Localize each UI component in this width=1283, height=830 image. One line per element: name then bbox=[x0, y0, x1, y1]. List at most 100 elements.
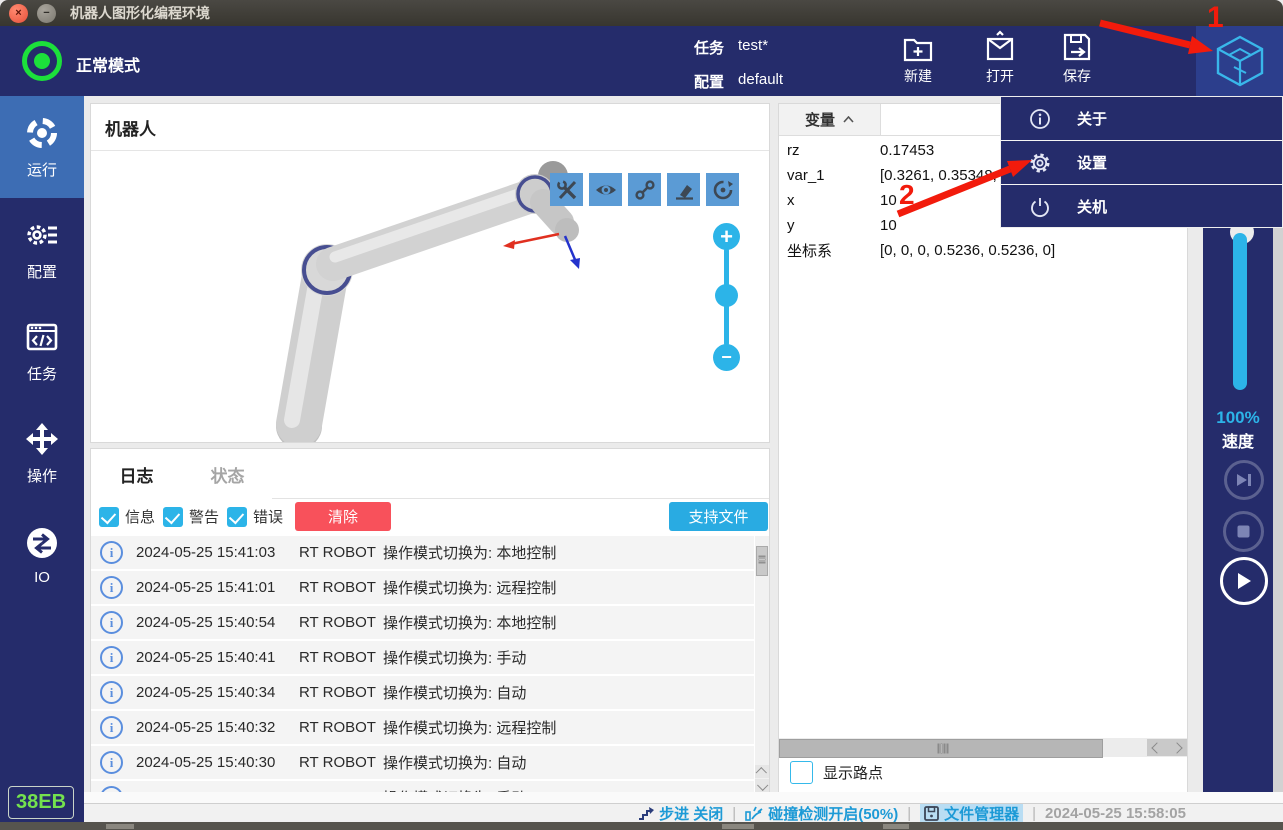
bottom-window-edge bbox=[0, 822, 1283, 830]
window-titlebar: 机器人图形化编程环境 bbox=[0, 0, 1283, 26]
view-rotate-button[interactable] bbox=[706, 173, 739, 206]
log-source: RT ROBOT bbox=[299, 614, 383, 631]
menu-item-label: 关于 bbox=[1077, 108, 1107, 129]
error-checkbox[interactable] bbox=[227, 507, 247, 527]
hscroll-left-button[interactable] bbox=[1147, 739, 1167, 756]
variable-row[interactable]: 坐标系 [0, 0, 0, 0.5236, 0.5236, 0] bbox=[779, 238, 1187, 263]
menu-item-shutdown[interactable]: 关机 bbox=[1001, 185, 1282, 228]
collision-icon bbox=[745, 805, 763, 821]
sidebar-item-label: 配置 bbox=[27, 261, 57, 282]
log-source: RT ROBOT bbox=[299, 649, 383, 666]
robot-programming-app: 机器人图形化编程环境 正常模式 任务 test* 配置 default 新建 打… bbox=[0, 0, 1283, 830]
window-close-button[interactable] bbox=[9, 4, 28, 23]
log-timestamp: 2024-05-25 15:40:54 bbox=[136, 614, 299, 631]
variables-hscrollbar-thumb[interactable] bbox=[779, 739, 1103, 758]
sidebar-item-run[interactable]: 运行 bbox=[0, 96, 84, 198]
log-timestamp: 2024-05-25 15:41:01 bbox=[136, 579, 299, 596]
file-manager-button[interactable]: 文件管理器 bbox=[920, 804, 1023, 822]
step-mode-status[interactable]: 步进 关闭 bbox=[637, 803, 723, 824]
config-row: 配置 default bbox=[694, 71, 783, 92]
log-row[interactable]: 2024-05-25 15:40:41 RT ROBOT 操作模式切换为: 手动 bbox=[91, 641, 754, 674]
log-timestamp: 2024-05-25 15:41:03 bbox=[136, 544, 299, 561]
power-icon bbox=[1029, 196, 1051, 218]
menu-item-settings[interactable]: 设置 bbox=[1001, 141, 1282, 185]
open-task-label: 打开 bbox=[986, 66, 1014, 86]
tab-status[interactable]: 状态 bbox=[182, 449, 274, 500]
view-eraser-button[interactable] bbox=[667, 173, 700, 206]
app-dropdown-menu: 关于 设置 关机 bbox=[1000, 96, 1283, 228]
view-path-button[interactable] bbox=[628, 173, 661, 206]
log-list[interactable]: 2024-05-25 15:41:03 RT ROBOT 操作模式切换为: 本地… bbox=[91, 536, 754, 793]
variables-header-label: 变量 bbox=[805, 109, 835, 130]
mode-label: 正常模式 bbox=[76, 52, 140, 76]
file-manager-label: 文件管理器 bbox=[944, 803, 1019, 824]
variable-value: [0, 0, 0, 0.5236, 0.5236, 0] bbox=[880, 242, 1055, 259]
menu-item-label: 设置 bbox=[1077, 152, 1107, 173]
filter-error[interactable]: 错误 bbox=[227, 506, 283, 527]
open-file-icon bbox=[983, 30, 1017, 64]
log-message: 操作模式切换为: 自动 bbox=[383, 752, 754, 773]
config-value: default bbox=[738, 71, 783, 92]
warning-checkbox[interactable] bbox=[163, 507, 183, 527]
zoom-in-button[interactable] bbox=[713, 223, 740, 250]
stop-icon bbox=[1237, 525, 1250, 538]
filter-warning[interactable]: 警告 bbox=[163, 506, 219, 527]
log-message: 操作模式切换为: 本地控制 bbox=[383, 542, 754, 563]
save-task-button[interactable]: 保存 bbox=[1049, 30, 1105, 92]
filter-info[interactable]: 信息 bbox=[99, 506, 155, 527]
bottom-edge-block bbox=[883, 824, 909, 829]
hscroll-right-button[interactable] bbox=[1167, 739, 1187, 756]
step-forward-button[interactable] bbox=[1224, 460, 1264, 500]
tools-icon bbox=[556, 179, 578, 201]
log-row[interactable]: 2024-05-25 15:41:03 RT ROBOT 操作模式切换为: 本地… bbox=[91, 536, 754, 569]
log-row[interactable]: 2024-05-25 15:40:54 RT ROBOT 操作模式切换为: 本地… bbox=[91, 606, 754, 639]
open-task-button[interactable]: 打开 bbox=[972, 30, 1028, 92]
io-swap-icon bbox=[24, 525, 60, 561]
sidebar-item-io[interactable]: IO bbox=[0, 504, 84, 606]
view-tools-button[interactable] bbox=[550, 173, 583, 206]
app-logo-icon bbox=[1214, 34, 1266, 88]
sidebar-item-config[interactable]: 配置 bbox=[0, 198, 84, 300]
log-scroll-down-button[interactable] bbox=[755, 779, 769, 792]
config-gear-icon bbox=[24, 217, 60, 253]
collision-status[interactable]: 碰撞检测开启(50%) bbox=[745, 803, 898, 824]
config-label: 配置 bbox=[694, 71, 724, 92]
show-waypoints-row[interactable]: 显示路点 bbox=[790, 761, 883, 784]
support-file-button[interactable]: 支持文件 bbox=[669, 502, 768, 531]
clear-log-button[interactable]: 清除 bbox=[295, 502, 391, 531]
variables-header-cell[interactable]: 变量 bbox=[779, 104, 881, 135]
sidebar-item-task[interactable]: 任务 bbox=[0, 300, 84, 402]
info-icon bbox=[1029, 108, 1051, 130]
info-checkbox[interactable] bbox=[99, 507, 119, 527]
gear-icon bbox=[1029, 152, 1051, 174]
file-manager-icon bbox=[924, 806, 939, 821]
task-row: 任务 test* bbox=[694, 37, 768, 58]
tab-log[interactable]: 日志 bbox=[91, 449, 183, 500]
skip-icon bbox=[1236, 473, 1252, 487]
bottom-edge-block bbox=[106, 824, 134, 829]
log-row[interactable]: 2024-05-25 15:40:32 RT ROBOT 操作模式切换为: 远程… bbox=[91, 711, 754, 744]
variable-value: 0.17453 bbox=[880, 142, 934, 159]
sidebar-item-label: IO bbox=[34, 569, 50, 586]
log-message: 操作模式切换为: 手动 bbox=[383, 647, 754, 668]
log-source: RT ROBOT bbox=[299, 544, 383, 561]
new-task-button[interactable]: 新建 bbox=[890, 30, 946, 92]
play-button[interactable] bbox=[1220, 557, 1268, 605]
zoom-slider-handle[interactable] bbox=[715, 284, 738, 307]
log-row[interactable]: 2024-05-25 15:41:01 RT ROBOT 操作模式切换为: 远程… bbox=[91, 571, 754, 604]
save-icon bbox=[1060, 30, 1094, 64]
log-row[interactable]: 2024-05-25 15:40:30 RT ROBOT 操作模式切换为: 自动 bbox=[91, 746, 754, 779]
show-waypoints-checkbox[interactable] bbox=[790, 761, 813, 784]
zoom-out-button[interactable] bbox=[713, 344, 740, 371]
menu-item-about[interactable]: 关于 bbox=[1001, 97, 1282, 141]
speed-slider-track[interactable] bbox=[1233, 233, 1247, 390]
variable-value: [0.3261, 0.35348, 0 bbox=[880, 167, 1009, 184]
log-row[interactable]: 2024-05-25 15:40:34 RT ROBOT 操作模式切换为: 自动 bbox=[91, 676, 754, 709]
log-scrollbar-thumb[interactable] bbox=[756, 546, 768, 576]
sidebar-item-operate[interactable]: 操作 bbox=[0, 402, 84, 504]
app-menu-button[interactable] bbox=[1196, 26, 1283, 96]
stop-button[interactable] bbox=[1223, 511, 1264, 552]
window-minimize-button[interactable] bbox=[37, 4, 56, 23]
log-scroll-up-button[interactable] bbox=[755, 765, 769, 778]
view-visibility-button[interactable] bbox=[589, 173, 622, 206]
